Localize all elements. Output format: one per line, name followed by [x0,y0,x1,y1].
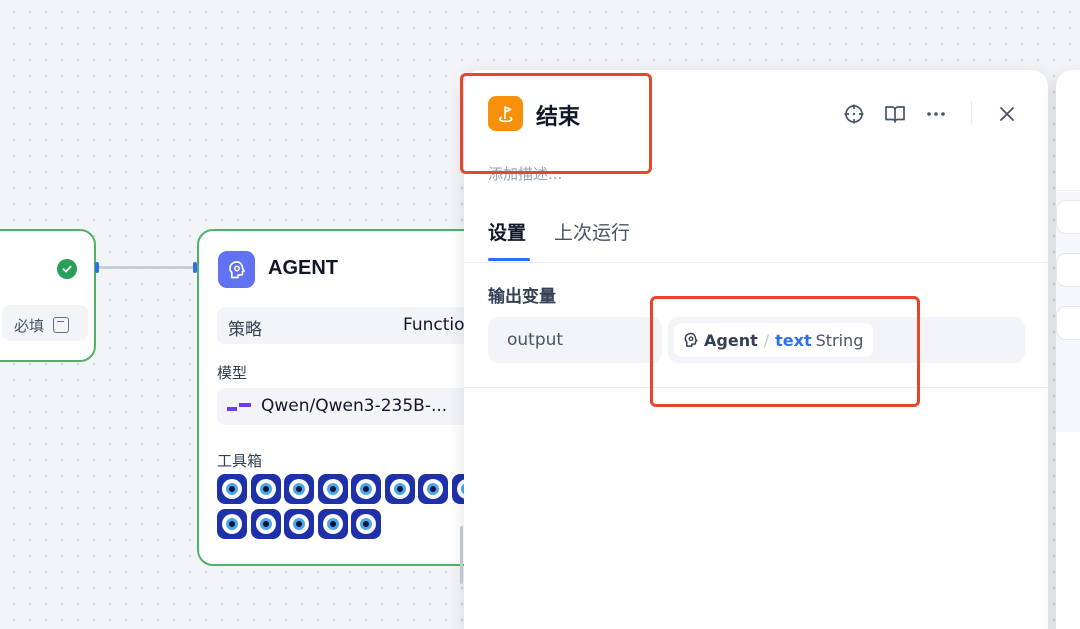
book-icon[interactable] [883,102,907,126]
canvas-scroll-indicator [460,526,463,584]
side-panel-divider [1056,190,1080,191]
model-row: Qwen/Qwen3-235B-... [217,388,495,425]
tool-icon[interactable] [351,474,381,504]
source-handle[interactable] [95,262,99,273]
side-panel-item[interactable] [1056,253,1080,287]
required-label: 必填 [14,317,45,335]
model-label: 模型 [217,364,248,382]
tab-divider [464,262,1048,263]
workflow-canvas[interactable]: 必填 AGENT 策略 Function 模型 Qwen/Qwen3-235B-… [0,0,1080,629]
tool-icon[interactable] [250,474,281,504]
connection-edge[interactable] [98,266,196,269]
strategy-row: 策略 Function [217,307,495,344]
model-provider-icon [227,403,251,411]
tool-icon[interactable] [284,474,314,504]
agent-brain-icon [218,251,255,288]
tool-icon[interactable] [317,509,348,539]
strategy-label: 策略 [228,320,262,340]
tool-icon[interactable] [418,474,448,504]
side-panel-item[interactable] [1056,306,1080,340]
side-panel-item[interactable] [1056,200,1080,234]
tool-icon[interactable] [317,474,348,504]
tab-last-run[interactable]: 上次运行 [554,218,630,245]
tool-icon[interactable] [217,474,247,504]
variable-name-field[interactable]: output [488,317,662,363]
close-icon[interactable] [995,102,1019,126]
highlight-box-variable [650,296,920,407]
previous-node[interactable]: 必填 [0,229,96,362]
highlight-box-title [460,73,652,174]
tool-icon[interactable] [351,509,381,539]
agent-node[interactable]: AGENT 策略 Function 模型 Qwen/Qwen3-235B-...… [197,229,497,566]
tool-icon[interactable] [250,509,281,539]
output-variables-title: 输出变量 [488,287,556,307]
tool-icon[interactable] [384,474,415,504]
tab-settings[interactable]: 设置 [488,218,531,261]
tool-icon[interactable] [217,509,247,539]
side-panel-partial [1056,70,1080,629]
toolbox-label: 工具箱 [217,452,263,470]
text-type-icon [53,317,69,333]
crosshair-icon[interactable] [842,102,866,126]
more-icon[interactable] [924,102,948,126]
header-separator [971,102,972,124]
success-check-icon [57,259,77,279]
variable-name: output [507,330,564,350]
agent-node-title: AGENT [268,257,338,279]
model-value: Qwen/Qwen3-235B-... [261,396,448,416]
tool-icon[interactable] [284,509,314,539]
